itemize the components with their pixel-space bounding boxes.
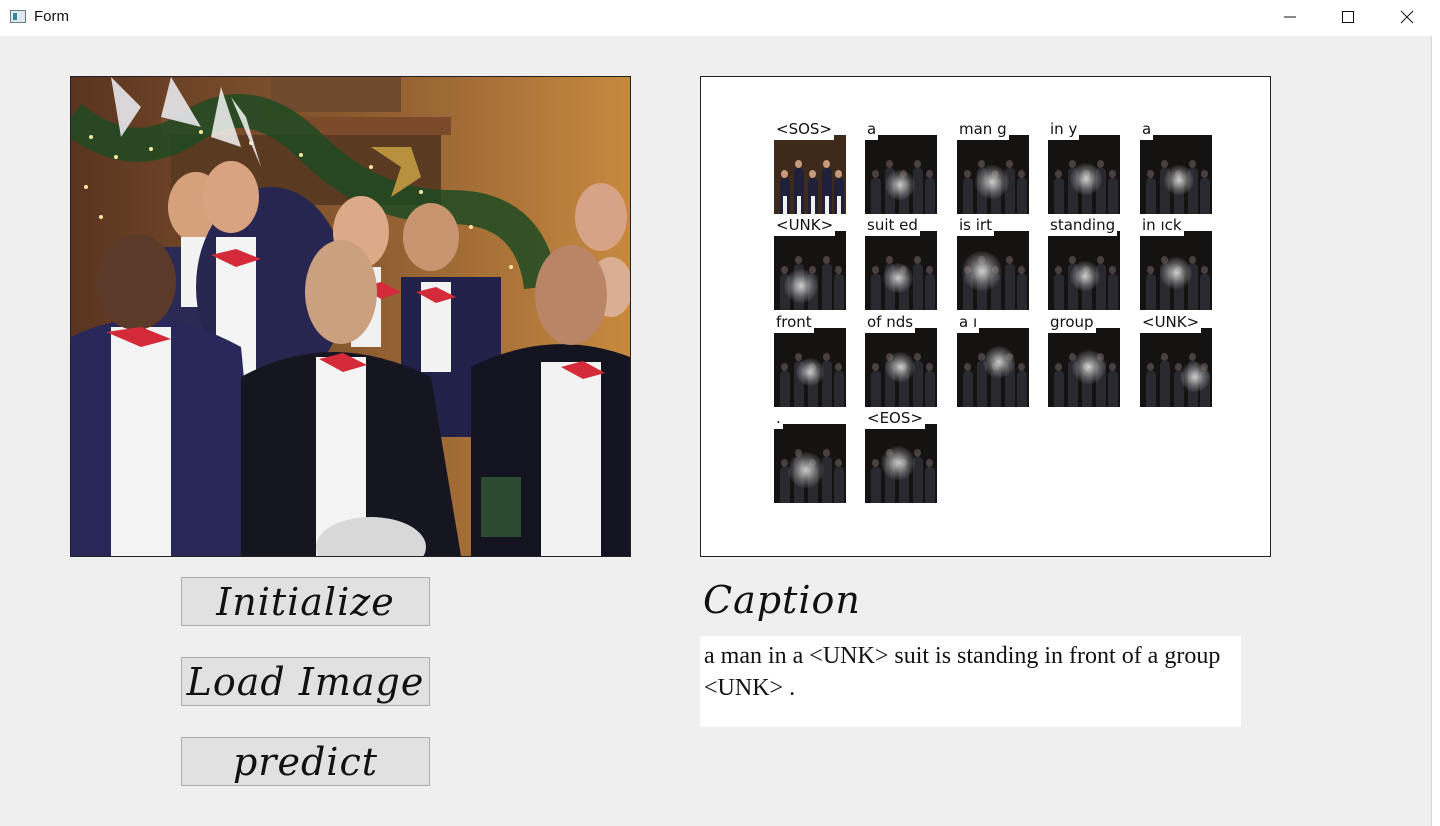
attention-thumbnail bbox=[957, 231, 1029, 310]
attention-thumbnail bbox=[1048, 328, 1120, 407]
choir-photo bbox=[71, 77, 630, 556]
attention-thumbnail bbox=[1048, 231, 1120, 310]
attention-word: a bbox=[1140, 118, 1154, 140]
attention-thumbnail bbox=[1140, 231, 1212, 310]
attention-thumbnail bbox=[865, 135, 937, 214]
attention-thumbnail bbox=[865, 231, 937, 310]
attention-word: standing bbox=[1048, 214, 1118, 236]
close-button[interactable] bbox=[1378, 0, 1436, 34]
attention-word: <UNK> bbox=[774, 214, 836, 236]
attention-thumbnail bbox=[957, 328, 1029, 407]
attention-cell: . bbox=[774, 407, 846, 503]
app-icon bbox=[10, 10, 26, 23]
attention-cell: is irt bbox=[957, 214, 1029, 310]
attention-cell: man g bbox=[957, 118, 1029, 214]
attention-thumbnail bbox=[1140, 135, 1212, 214]
attention-thumbnail bbox=[774, 328, 846, 407]
attention-word: <UNK> bbox=[1140, 311, 1202, 333]
attention-cell: <UNK> bbox=[774, 214, 846, 310]
attention-cell: <SOS> bbox=[774, 118, 846, 214]
close-icon bbox=[1400, 10, 1414, 24]
input-image bbox=[70, 76, 631, 557]
attention-cell: in y bbox=[1048, 118, 1120, 214]
attention-word: is irt bbox=[957, 214, 994, 236]
maximize-button[interactable] bbox=[1319, 0, 1377, 34]
attention-cell: standing bbox=[1048, 214, 1120, 310]
window-title: Form bbox=[34, 8, 69, 25]
attention-thumbnail bbox=[1140, 328, 1212, 407]
attention-word: <EOS> bbox=[865, 407, 925, 429]
minimize-button[interactable] bbox=[1261, 0, 1319, 34]
window-edge-fill bbox=[1432, 36, 1440, 826]
attention-word: of nds bbox=[865, 311, 916, 333]
caption-label: Caption bbox=[703, 578, 861, 622]
attention-cell: group bbox=[1048, 311, 1120, 407]
attention-thumbnail bbox=[957, 135, 1029, 214]
attention-word: suit ed bbox=[865, 214, 920, 236]
attention-thumbnail bbox=[774, 231, 846, 310]
attention-cell: front bbox=[774, 311, 846, 407]
attention-word: <SOS> bbox=[774, 118, 834, 140]
minimize-icon bbox=[1284, 16, 1296, 18]
attention-cell: suit ed bbox=[865, 214, 937, 310]
attention-cell: a ı bbox=[957, 311, 1029, 407]
attention-thumbnail bbox=[1048, 135, 1120, 214]
attention-cell: a bbox=[865, 118, 937, 214]
attention-cell: <EOS> bbox=[865, 407, 937, 503]
attention-thumbnail bbox=[774, 135, 846, 214]
maximize-icon bbox=[1342, 11, 1354, 23]
attention-word: in ıck bbox=[1140, 214, 1184, 236]
attention-cell: a bbox=[1140, 118, 1212, 214]
caption-output[interactable]: a man in a <UNK> suit is standing in fro… bbox=[700, 636, 1241, 727]
attention-word: a ı bbox=[957, 311, 980, 333]
attention-cell: <UNK> bbox=[1140, 311, 1212, 407]
initialize-button[interactable]: Initialize bbox=[181, 577, 430, 626]
attention-word: front bbox=[774, 311, 814, 333]
attention-word: group bbox=[1048, 311, 1096, 333]
predict-button[interactable]: predict bbox=[181, 737, 430, 786]
load-image-button[interactable]: Load Image bbox=[181, 657, 430, 706]
attention-cell: in ıck bbox=[1140, 214, 1212, 310]
attention-word: man g bbox=[957, 118, 1009, 140]
attention-map-panel: <SOS> a man g in y a <UNK> suit ed is irt standi… bbox=[700, 76, 1271, 557]
attention-word: in y bbox=[1048, 118, 1080, 140]
title-bar: Form bbox=[0, 0, 1440, 36]
attention-word: a bbox=[865, 118, 879, 140]
attention-thumbnail bbox=[865, 424, 937, 503]
attention-thumbnail bbox=[774, 424, 846, 503]
attention-word: . bbox=[774, 407, 783, 429]
attention-thumbnail bbox=[865, 328, 937, 407]
attention-cell: of nds bbox=[865, 311, 937, 407]
